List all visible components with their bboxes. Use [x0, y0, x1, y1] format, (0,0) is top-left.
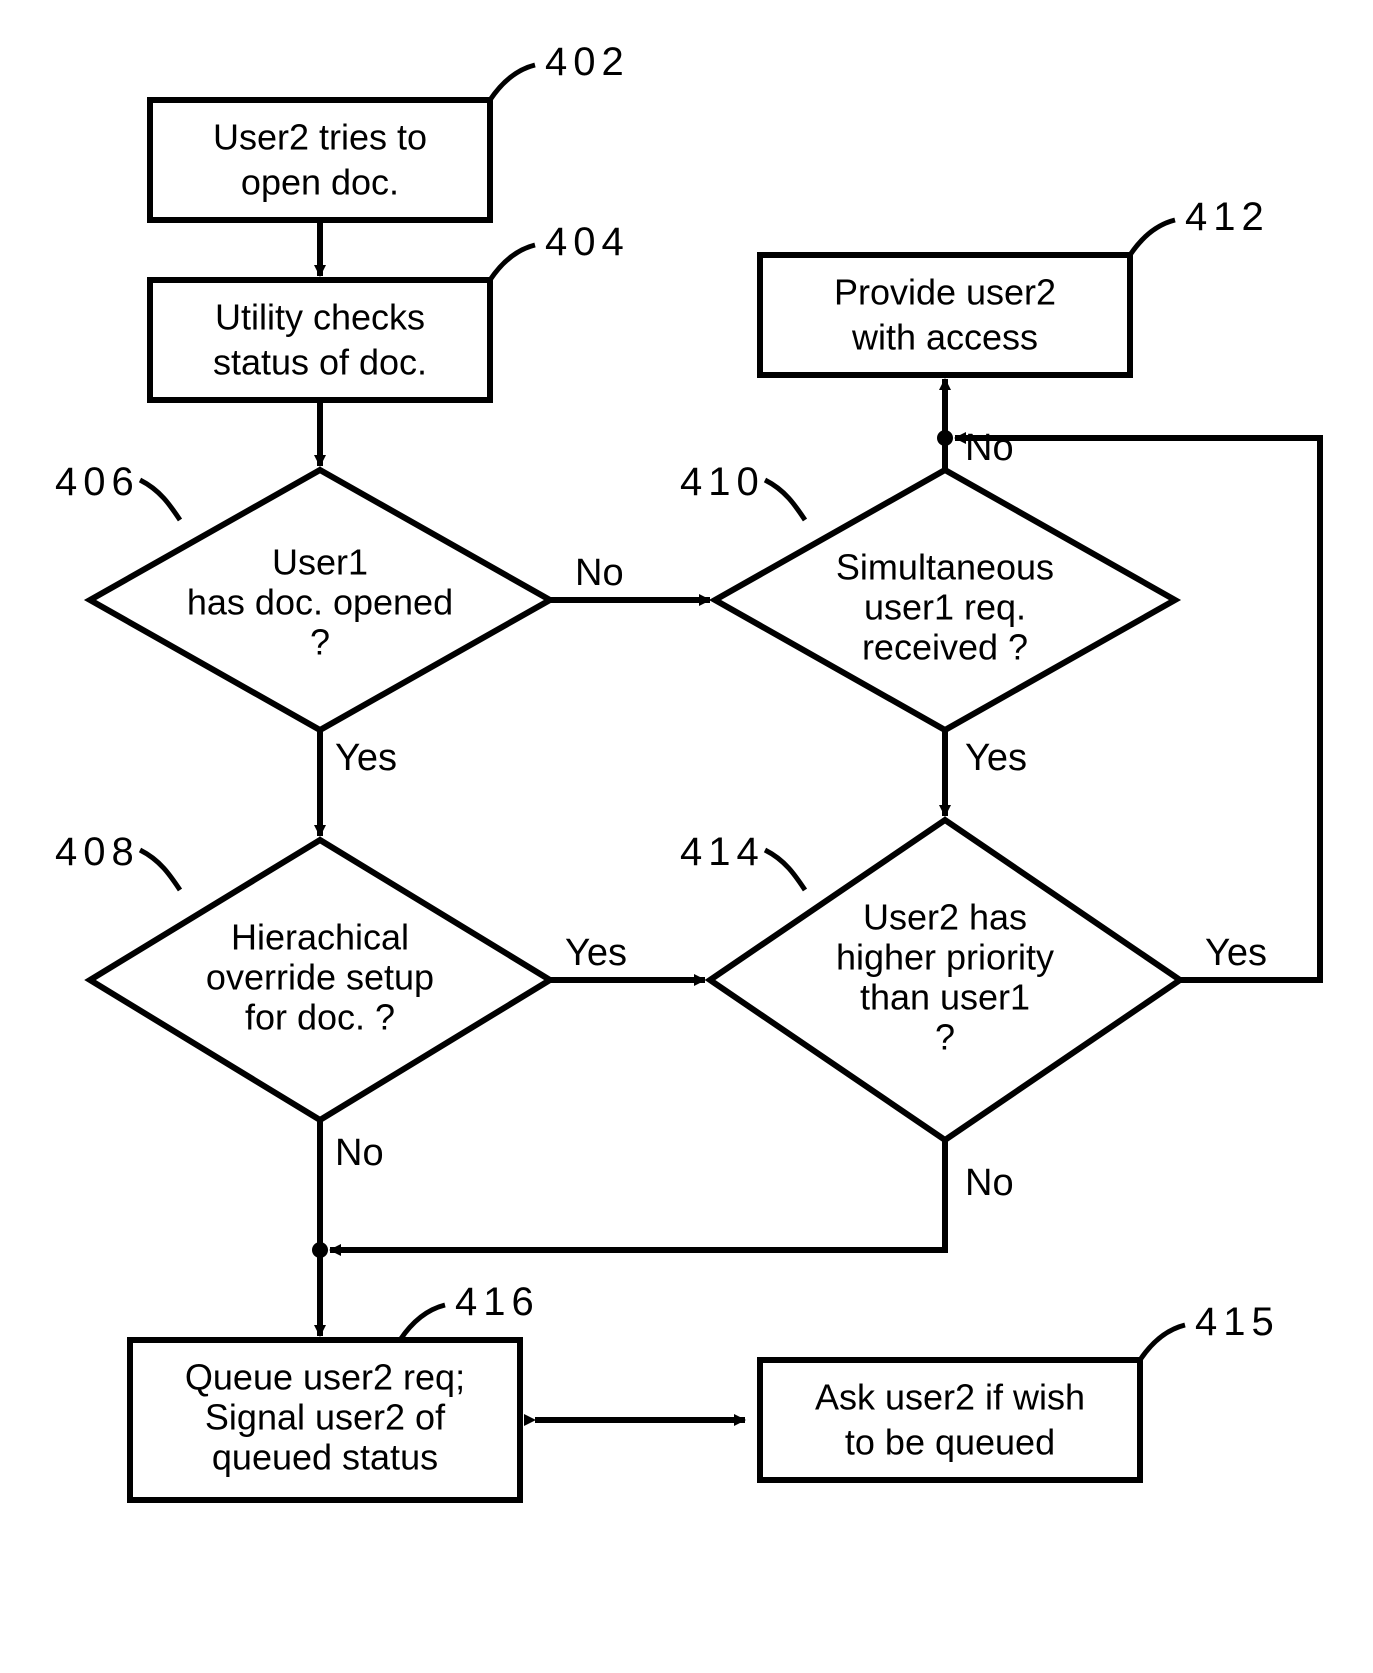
node-404: Utility checks status of doc.: [150, 280, 490, 400]
node-402-l1: User2 tries to: [213, 117, 427, 158]
node-412: Provide user2 with access: [760, 255, 1130, 375]
node-416-l1: Queue user2 req;: [185, 1357, 465, 1398]
node-415: Ask user2 if wish to be queued: [760, 1360, 1140, 1480]
node-404-l2: status of doc.: [213, 342, 427, 383]
edge-408-no: No: [335, 1132, 384, 1174]
ref-404: 404: [545, 220, 630, 264]
node-406: User1 has doc. opened ?: [90, 470, 550, 730]
node-415-l2: to be queued: [845, 1422, 1055, 1463]
junction-408-416: [312, 1242, 328, 1258]
ref-406: 406: [55, 460, 140, 504]
node-404-l1: Utility checks: [215, 297, 425, 338]
node-415-l1: Ask user2 if wish: [815, 1377, 1085, 1418]
ref-412: 412: [1185, 195, 1270, 239]
node-406-l3: ?: [310, 622, 330, 663]
junction-410-412: [937, 430, 953, 446]
node-408: Hierachical override setup for doc. ?: [90, 840, 550, 1120]
node-414-l2: higher priority: [836, 937, 1054, 978]
node-402-l2: open doc.: [241, 162, 399, 203]
ref-410: 410: [680, 460, 765, 504]
node-408-l1: Hierachical: [231, 917, 409, 958]
node-406-l2: has doc. opened: [187, 582, 453, 623]
edge-406-no: No: [575, 552, 624, 594]
edge-414-no: No: [965, 1162, 1014, 1204]
node-416: Queue user2 req; Signal user2 of queued …: [130, 1340, 520, 1500]
ref-402: 402: [545, 40, 630, 84]
ref-414: 414: [680, 830, 765, 874]
node-410-l3: received ?: [862, 627, 1028, 668]
edge-406-yes: Yes: [335, 737, 397, 779]
node-416-l2: Signal user2 of: [205, 1397, 446, 1438]
node-412-l2: with access: [851, 317, 1038, 358]
node-414: User2 has higher priority than user1 ?: [710, 820, 1180, 1140]
node-412-l1: Provide user2: [834, 272, 1056, 313]
node-406-l1: User1: [272, 542, 368, 583]
node-414-l3: than user1: [860, 977, 1030, 1018]
node-410-l1: Simultaneous: [836, 547, 1054, 588]
edge-408-yes: Yes: [565, 932, 627, 974]
ref-416: 416: [455, 1280, 540, 1324]
edge-414-yes: Yes: [1205, 932, 1267, 974]
ref-408: 408: [55, 830, 140, 874]
node-414-l4: ?: [935, 1017, 955, 1058]
node-408-l3: for doc. ?: [245, 997, 395, 1038]
node-414-l1: User2 has: [863, 897, 1027, 938]
node-408-l2: override setup: [206, 957, 434, 998]
edge-410-yes: Yes: [965, 737, 1027, 779]
ref-415: 415: [1195, 1300, 1280, 1344]
edge-414-416: [330, 1140, 945, 1250]
node-410-l2: user1 req.: [864, 587, 1026, 628]
node-416-l3: queued status: [212, 1437, 438, 1478]
node-402: User2 tries to open doc.: [150, 100, 490, 220]
edge-410-no: No: [965, 427, 1014, 469]
node-410: Simultaneous user1 req. received ?: [715, 470, 1175, 730]
